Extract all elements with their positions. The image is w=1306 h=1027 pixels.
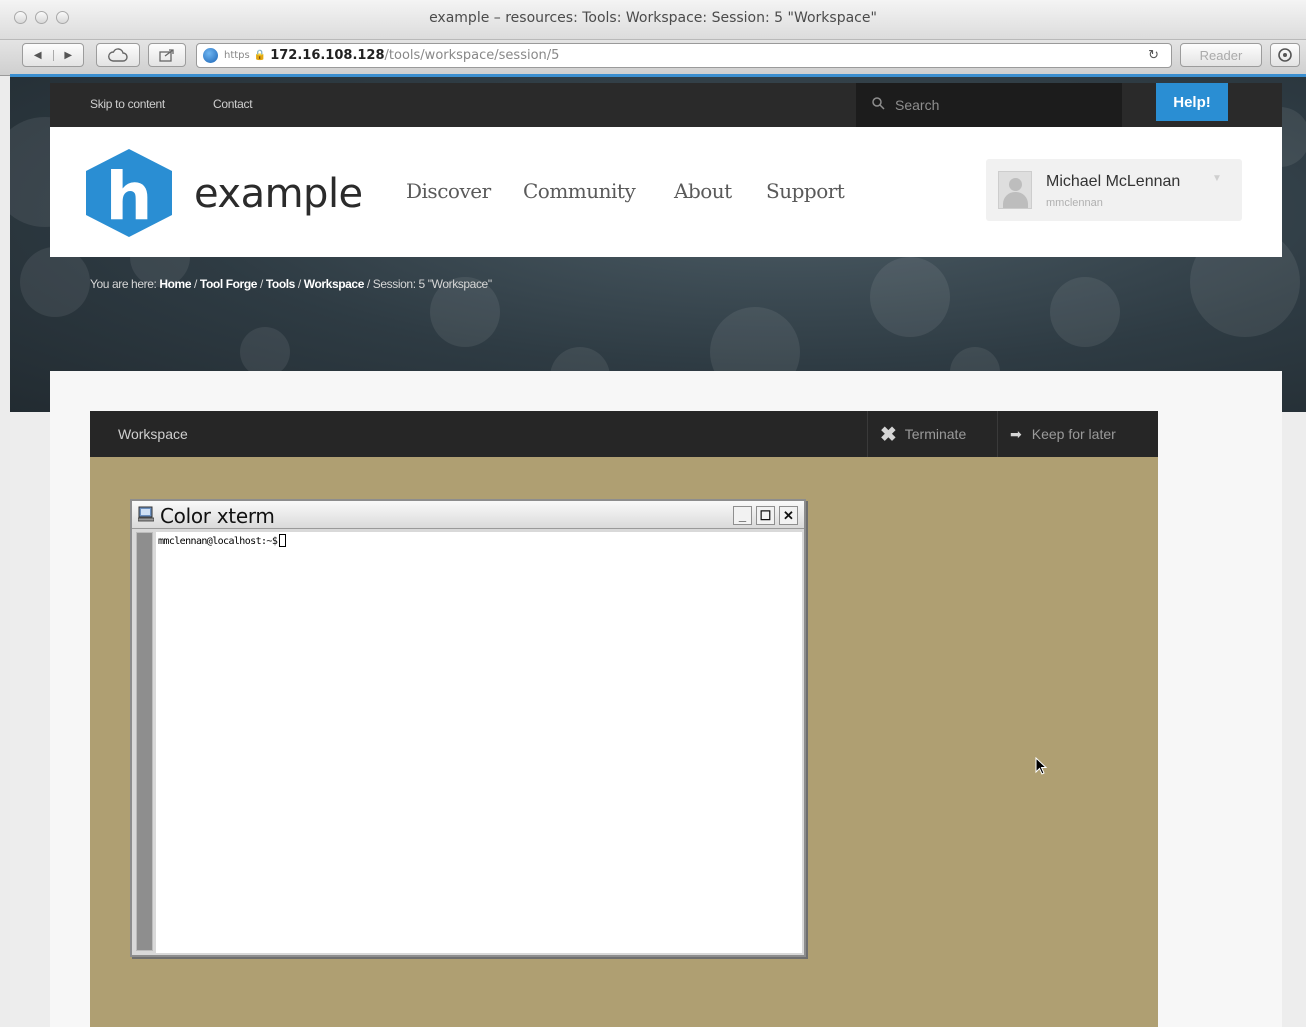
workspace-title: Workspace xyxy=(118,426,188,442)
xterm-titlebar[interactable]: Color xterm _ ☐ ✕ xyxy=(132,501,804,529)
close-icon[interactable]: ✕ xyxy=(779,506,798,525)
avatar xyxy=(998,171,1032,209)
terminal-line: mmclennan@localhost:~$ xyxy=(158,534,287,547)
reader-button[interactable]: Reader xyxy=(1180,43,1262,67)
address-bar[interactable]: https 🔒 172.16.108.128 /tools/workspace/… xyxy=(196,43,1172,68)
main-content: Workspace ✖ Terminate ➡ Keep for later C… xyxy=(50,371,1282,1027)
xterm-window-controls: _ ☐ ✕ xyxy=(733,506,798,525)
url-scheme: https xyxy=(224,50,250,61)
user-id: mmclennan xyxy=(1046,197,1103,209)
nav-community[interactable]: Community xyxy=(523,179,636,203)
share-icon xyxy=(159,49,174,62)
share-button[interactable] xyxy=(148,43,186,67)
remote-desktop[interactable]: Color xterm _ ☐ ✕ mmclennan@localhost:~$ xyxy=(90,457,1158,1027)
window-title: example – resources: Tools: Workspace: S… xyxy=(429,10,877,26)
breadcrumb-tool-forge[interactable]: Tool Forge xyxy=(200,277,258,291)
site-header: h example Discover Community About Suppo… xyxy=(50,127,1282,257)
chevron-down-icon: ▼ xyxy=(1212,173,1222,184)
web-page: Skip to content Contact Search Help! h e… xyxy=(10,77,1306,1027)
terminate-button[interactable]: ✖ Terminate xyxy=(867,411,980,457)
contact-link[interactable]: Contact xyxy=(213,97,253,111)
back-arrow-icon[interactable]: ◀ xyxy=(23,49,54,61)
site-name[interactable]: example xyxy=(194,171,363,217)
browser-titlebar: example – resources: Tools: Workspace: S… xyxy=(0,0,1306,40)
minimize-icon[interactable]: _ xyxy=(733,506,752,525)
shell-prompt: mmclennan@localhost:~$ xyxy=(158,536,278,547)
close-x-icon: ✖ xyxy=(880,423,897,446)
search-placeholder: Search xyxy=(895,97,940,113)
skip-to-content-link[interactable]: Skip to content xyxy=(90,97,165,111)
browser-toolbar: ◀ ▶ https 🔒 172.16.108.128 /tools/worksp… xyxy=(0,40,1306,76)
user-menu[interactable]: Michael McLennan mmclennan ▼ xyxy=(986,159,1242,221)
logo-letter: h xyxy=(106,158,153,235)
globe-icon xyxy=(203,48,218,63)
text-cursor xyxy=(279,534,287,547)
keep-for-later-button[interactable]: ➡ Keep for later xyxy=(997,411,1130,457)
icloud-tabs-button[interactable] xyxy=(96,43,140,67)
help-button[interactable]: Help! xyxy=(1156,83,1228,121)
search-input[interactable]: Search xyxy=(856,83,1122,127)
back-forward-buttons: ◀ ▶ xyxy=(22,43,84,67)
arrow-right-icon: ➡ xyxy=(1010,425,1022,442)
lock-icon: 🔒 xyxy=(253,50,267,61)
nav-about[interactable]: About xyxy=(674,179,732,203)
terminal-icon xyxy=(138,506,154,522)
downloads-button[interactable] xyxy=(1270,43,1300,67)
maximize-icon[interactable]: ☐ xyxy=(756,506,775,525)
breadcrumb-prefix: You are here: xyxy=(90,277,157,291)
url-host: 172.16.108.128 xyxy=(270,48,385,63)
breadcrumb-current: Session: 5 "Workspace" xyxy=(372,277,492,291)
logo-hexagon-icon[interactable]: h xyxy=(82,147,176,239)
forward-arrow-icon[interactable]: ▶ xyxy=(54,50,84,61)
nav-discover[interactable]: Discover xyxy=(406,179,491,203)
search-icon xyxy=(872,97,885,113)
xterm-window[interactable]: Color xterm _ ☐ ✕ mmclennan@localhost:~$ xyxy=(130,499,806,957)
breadcrumb: You are here: Home / Tool Forge / Tools … xyxy=(90,277,492,291)
user-name: Michael McLennan xyxy=(1046,173,1181,190)
xterm-scrollbar[interactable] xyxy=(136,532,153,951)
xterm-title: Color xterm xyxy=(160,504,275,528)
cloud-icon xyxy=(108,48,128,62)
url-path: /tools/workspace/session/5 xyxy=(384,48,560,63)
breadcrumb-tools[interactable]: Tools xyxy=(266,277,296,291)
browser-window: example – resources: Tools: Workspace: S… xyxy=(0,0,1306,1027)
utility-nav: Skip to content Contact Search Help! xyxy=(50,83,1282,127)
nav-support[interactable]: Support xyxy=(766,179,845,203)
reload-icon[interactable]: ↻ xyxy=(1148,48,1159,63)
workspace-header: Workspace ✖ Terminate ➡ Keep for later xyxy=(90,411,1158,457)
xterm-terminal[interactable]: mmclennan@localhost:~$ xyxy=(156,532,802,953)
mouse-pointer-icon xyxy=(1035,757,1048,775)
terminate-label: Terminate xyxy=(904,426,967,442)
breadcrumb-workspace[interactable]: Workspace xyxy=(304,277,365,291)
breadcrumb-home[interactable]: Home xyxy=(159,277,191,291)
downloads-icon xyxy=(1278,48,1292,62)
keep-for-later-label: Keep for later xyxy=(1031,426,1116,442)
